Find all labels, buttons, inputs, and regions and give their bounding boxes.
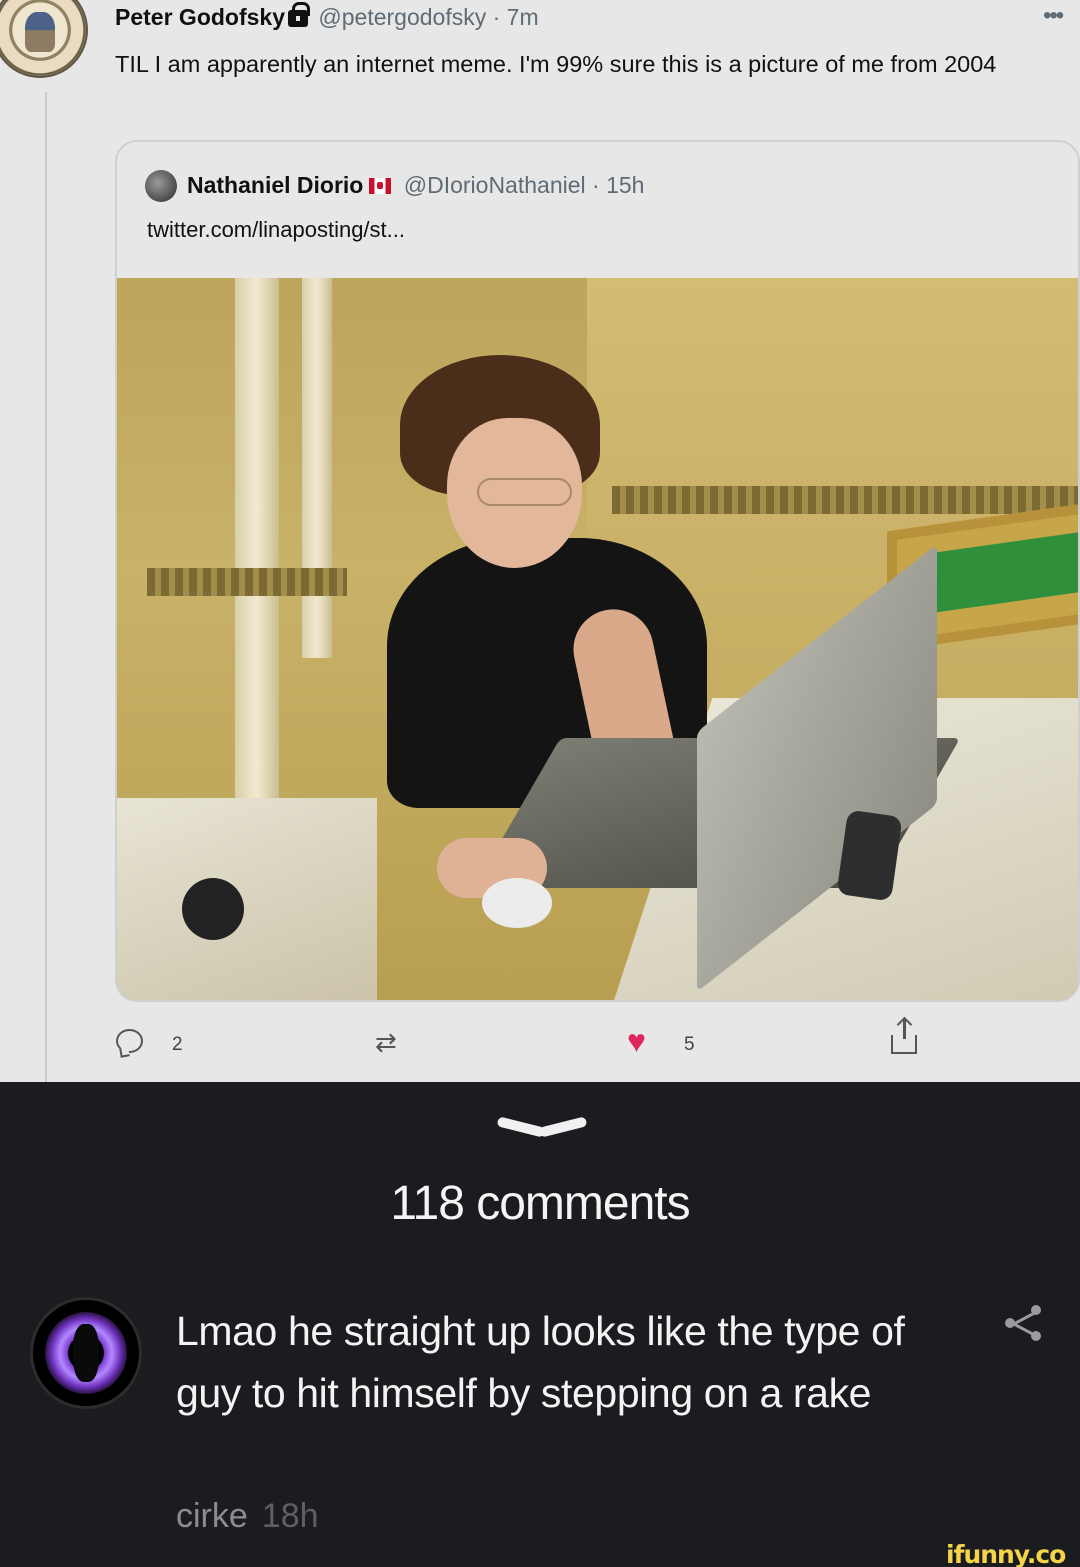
photo-table <box>117 798 377 1000</box>
like-count: 5 <box>684 1034 695 1055</box>
quote-header: Nathaniel Diorio @DIorioNathaniel · 15h <box>187 172 644 199</box>
more-icon[interactable]: ••• <box>1043 2 1064 30</box>
reply-icon[interactable] <box>116 1029 143 1053</box>
photo-speaker <box>836 809 903 902</box>
quote-author-name[interactable]: Nathaniel Diorio <box>187 172 363 198</box>
reply-count: 2 <box>172 1034 183 1055</box>
separator-dot: · <box>492 4 501 30</box>
tweet-actions: 2 ⇄ ♥ 5 <box>0 1019 1080 1065</box>
photo-pipe <box>235 278 279 798</box>
photo-radiator <box>612 486 1078 514</box>
lock-icon <box>288 2 310 27</box>
comment-username[interactable]: cirke <box>176 1497 248 1535</box>
quote-link[interactable]: twitter.com/linaposting/st... <box>147 217 405 243</box>
canada-flag-icon <box>369 178 392 194</box>
photo-mouse <box>182 878 244 940</box>
comment-meta: cirke 18h <box>176 1497 319 1536</box>
tweet-screenshot: Peter Godofsky @petergodofsky · 7m ••• T… <box>0 0 1080 1082</box>
photo-mouse <box>482 878 552 928</box>
author-name[interactable]: Peter Godofsky <box>115 4 285 30</box>
tweet-header: Peter Godofsky @petergodofsky · 7m <box>115 2 539 31</box>
comments-count: 118 comments <box>390 1177 690 1230</box>
thread-line <box>45 92 47 1082</box>
tweet-time[interactable]: 7m <box>507 4 539 30</box>
comment-text: Lmao he straight up looks like the type … <box>176 1308 905 1416</box>
quote-author-handle[interactable]: @DIorioNathaniel <box>404 172 586 198</box>
quoted-photo[interactable] <box>117 278 1078 1000</box>
comment-time: 18h <box>261 1497 319 1535</box>
quoted-tweet[interactable]: Nathaniel Diorio @DIorioNathaniel · 15h … <box>115 140 1080 1002</box>
like-icon[interactable]: ♥ <box>627 1023 646 1060</box>
quote-time[interactable]: 15h <box>606 172 644 198</box>
author-handle[interactable]: @petergodofsky <box>318 4 486 30</box>
photo-radiator <box>147 568 347 596</box>
separator-dot: · <box>592 172 600 198</box>
tweet-text: TIL I am apparently an internet meme. I'… <box>115 51 997 77</box>
quote-author-avatar[interactable] <box>145 170 177 202</box>
commenter-avatar[interactable] <box>30 1297 142 1409</box>
retweet-icon[interactable]: ⇄ <box>375 1027 397 1058</box>
ifunny-watermark: ifunny.co <box>946 1540 1066 1567</box>
comment-share-icon[interactable] <box>1005 1305 1043 1341</box>
author-avatar[interactable] <box>0 0 88 78</box>
photo-pipe <box>302 278 332 658</box>
collapse-chevron-icon[interactable] <box>497 1110 587 1142</box>
photo-person-glasses <box>477 478 572 506</box>
share-icon[interactable] <box>891 1019 917 1054</box>
